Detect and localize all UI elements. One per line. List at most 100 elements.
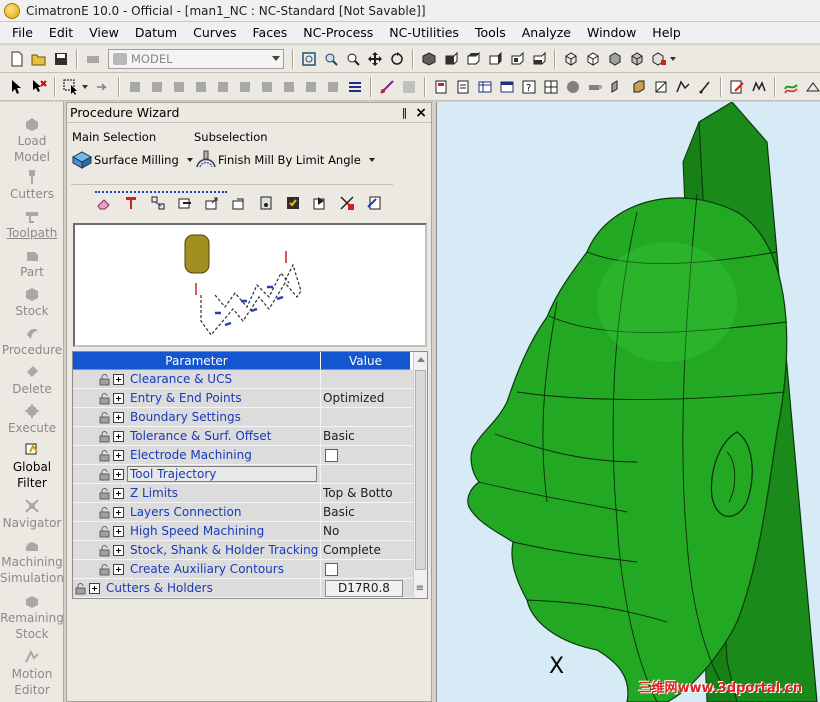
row-value[interactable]: Complete xyxy=(321,541,411,560)
shape-e-button[interactable] xyxy=(695,77,715,97)
box-select-button[interactable] xyxy=(61,77,81,97)
row-value[interactable]: Basic xyxy=(321,427,411,446)
sidebar-item-global-filter[interactable]: Global Filter xyxy=(0,442,64,491)
doc-b-button[interactable] xyxy=(453,77,473,97)
analysis-button[interactable] xyxy=(399,77,419,97)
doc-e-button[interactable] xyxy=(541,77,561,97)
electrode-machining-checkbox[interactable] xyxy=(325,448,338,462)
lock-icon[interactable] xyxy=(99,525,110,538)
tool-g-button[interactable] xyxy=(257,77,277,97)
expand-icon[interactable] xyxy=(113,525,124,537)
table-row[interactable]: Layers Connection Basic xyxy=(73,502,413,522)
view-front-button[interactable] xyxy=(441,49,461,69)
curve-button[interactable] xyxy=(749,77,769,97)
menu-analyze[interactable]: Analyze xyxy=(514,23,579,43)
render-settings-button[interactable] xyxy=(649,49,669,69)
save-button[interactable] xyxy=(51,49,71,69)
sketch-button[interactable] xyxy=(727,77,747,97)
expand-icon[interactable] xyxy=(113,411,124,423)
sidebar-item-delete[interactable]: Delete xyxy=(0,364,64,397)
sidebar-item-navigator[interactable]: Navigator xyxy=(0,498,64,531)
parameter-table-scrollbar[interactable] xyxy=(413,352,427,598)
model-print-button[interactable] xyxy=(83,49,103,69)
menu-nc-utilities[interactable]: NC-Utilities xyxy=(381,23,467,43)
column-header-parameter[interactable]: Parameter xyxy=(73,352,321,370)
cimatron-app-icon[interactable] xyxy=(4,2,20,19)
shape-c-button[interactable] xyxy=(651,77,671,97)
table-row[interactable]: Entry & End Points Optimized xyxy=(73,388,413,408)
tool-b-button[interactable] xyxy=(147,77,167,97)
sidebar-item-toolpath[interactable]: Toolpath xyxy=(0,208,64,241)
sidebar-item-procedure[interactable]: Procedure xyxy=(0,325,64,358)
save-wizard-button[interactable] xyxy=(283,193,303,213)
expand-icon[interactable] xyxy=(113,487,124,499)
chevron-down-icon[interactable] xyxy=(670,56,676,61)
menu-datum[interactable]: Datum xyxy=(127,23,185,43)
tool-e-button[interactable] xyxy=(213,77,233,97)
create-auxiliary-contours-checkbox[interactable] xyxy=(325,562,338,576)
zoom-window-button[interactable] xyxy=(321,49,341,69)
menu-help[interactable]: Help xyxy=(644,23,689,43)
sidebar-item-load-model[interactable]: Load Model xyxy=(0,116,64,165)
menu-view[interactable]: View xyxy=(81,23,127,43)
menu-edit[interactable]: Edit xyxy=(41,23,81,43)
zoom-button[interactable] xyxy=(343,49,363,69)
scrollbar-thumb[interactable] xyxy=(415,370,426,570)
pick-button[interactable] xyxy=(7,77,27,97)
menu-curves[interactable]: Curves xyxy=(185,23,244,43)
measure-button[interactable] xyxy=(377,77,397,97)
table-row[interactable]: Cutters & Holders D17R0.8 xyxy=(73,578,413,598)
parts-button[interactable] xyxy=(148,193,168,213)
table-row[interactable]: Clearance & UCS xyxy=(73,369,413,389)
row-value[interactable]: No xyxy=(321,522,411,541)
lock-icon[interactable] xyxy=(99,506,110,519)
view-back-button[interactable] xyxy=(529,49,549,69)
new-file-button[interactable] xyxy=(7,49,27,69)
sidebar-item-stock[interactable]: Stock xyxy=(0,286,64,319)
chevron-down-icon[interactable] xyxy=(82,84,88,89)
row-value[interactable] xyxy=(321,465,411,484)
sidebar-item-part[interactable]: Part xyxy=(0,247,64,280)
expand-icon[interactable] xyxy=(113,544,124,556)
row-value[interactable] xyxy=(321,408,411,427)
open-file-button[interactable] xyxy=(29,49,49,69)
view-right-button[interactable] xyxy=(485,49,505,69)
sidebar-item-execute[interactable]: Execute xyxy=(0,403,64,436)
expand-icon[interactable] xyxy=(113,563,124,575)
list-button[interactable] xyxy=(345,77,365,97)
doc-a-button[interactable] xyxy=(431,77,451,97)
model-combo[interactable]: MODEL xyxy=(108,48,284,69)
render-hidden-button[interactable] xyxy=(583,49,603,69)
lock-icon[interactable] xyxy=(99,449,110,462)
run-button[interactable] xyxy=(310,193,330,213)
table-row[interactable]: Tool Trajectory xyxy=(73,464,413,484)
expand-icon[interactable] xyxy=(113,373,124,385)
row-value[interactable] xyxy=(321,370,411,389)
sidebar-item-remaining-stock[interactable]: Remaining Stock xyxy=(0,593,64,642)
expand-icon[interactable] xyxy=(113,430,124,442)
help-button[interactable]: ? xyxy=(519,77,539,97)
tool-c-button[interactable] xyxy=(169,77,189,97)
column-header-value[interactable]: Value xyxy=(321,352,411,370)
expand-icon[interactable] xyxy=(113,468,124,480)
row-value[interactable]: Basic xyxy=(321,503,411,522)
sidebar-item-cutters[interactable]: Cutters xyxy=(0,169,64,202)
table-row[interactable]: Create Auxiliary Contours xyxy=(73,559,413,579)
lock-icon[interactable] xyxy=(99,468,110,481)
menu-file[interactable]: File xyxy=(4,23,41,43)
doc-c-button[interactable] xyxy=(475,77,495,97)
table-row[interactable]: Tolerance & Surf. Offset Basic xyxy=(73,426,413,446)
subselection-combo[interactable]: Finish Mill By Limit Angle xyxy=(195,149,375,171)
lock-icon[interactable] xyxy=(99,487,110,500)
shape-b-button[interactable] xyxy=(629,77,649,97)
nc-a-button[interactable] xyxy=(781,77,801,97)
main-selection-combo[interactable]: Surface Milling xyxy=(71,149,193,171)
filter-button[interactable] xyxy=(93,77,113,97)
expand-icon[interactable] xyxy=(113,506,124,518)
nc-b-button[interactable] xyxy=(803,77,820,97)
tool-a-button[interactable] xyxy=(125,77,145,97)
shape-a-button[interactable] xyxy=(607,77,627,97)
resize-grip-icon[interactable]: ≡ xyxy=(416,583,424,594)
view-iso-button[interactable] xyxy=(419,49,439,69)
row-value[interactable]: Optimized xyxy=(321,389,411,408)
